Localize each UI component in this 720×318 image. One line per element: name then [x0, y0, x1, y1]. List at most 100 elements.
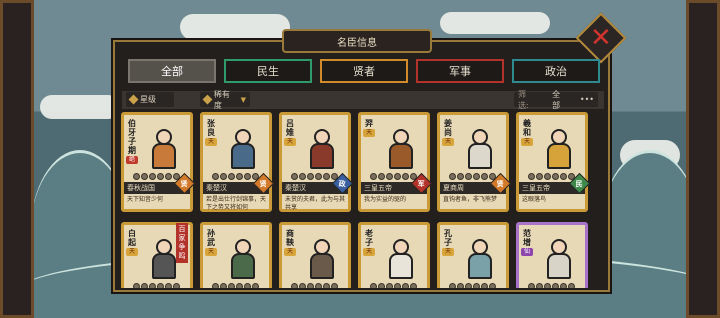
- star-icon: [299, 173, 306, 180]
- star-icon: [228, 173, 235, 180]
- star-icon: [291, 283, 298, 288]
- tab-2[interactable]: 贤者: [320, 59, 408, 83]
- category-badge-text: 政: [339, 179, 346, 188]
- rarity-tag: 天: [363, 129, 375, 137]
- minister-card[interactable]: 姜尚天夏商周贤直钩者鱼，非飞熊梦: [437, 112, 512, 212]
- minister-portrait: [223, 233, 263, 283]
- star-icon: [370, 173, 377, 180]
- star-filter-label: 星级: [140, 95, 156, 104]
- star-icon: [165, 283, 172, 288]
- rarity-tag: 天: [126, 248, 138, 256]
- minister-card[interactable]: 范增仙: [516, 222, 588, 288]
- star-icon: [473, 173, 480, 180]
- minister-portrait: [144, 123, 184, 173]
- rarity-tag: 天: [205, 248, 217, 256]
- cloud-decoration: [440, 12, 550, 34]
- chevron-down-icon: ▼: [240, 95, 246, 104]
- minister-card[interactable]: 老子天: [358, 222, 430, 288]
- star-rating: [212, 283, 262, 288]
- minister-card[interactable]: 孙武天: [200, 222, 272, 288]
- star-icon: [378, 283, 385, 288]
- minister-portrait: [381, 233, 421, 283]
- star-icon: [141, 173, 148, 180]
- screen-filter-label: 筛选:: [518, 89, 529, 110]
- minister-card[interactable]: 伯牙子期绝春秋战国贤天下知音少何: [121, 112, 196, 212]
- star-icon: [141, 283, 148, 288]
- minister-card[interactable]: 羿天三皇五帝军我为实益的驱的: [358, 112, 433, 212]
- star-icon: [402, 283, 409, 288]
- cloud-decoration: [180, 14, 290, 40]
- minister-name: 孙武: [207, 229, 215, 247]
- star-rating: [212, 173, 262, 180]
- screen-filter-value: 全部: [552, 89, 561, 110]
- star-icon: [173, 283, 180, 288]
- category-badge-text: 贤: [260, 179, 267, 188]
- tab-1[interactable]: 民生: [224, 59, 312, 83]
- rarity-tag: 天: [442, 138, 454, 146]
- tab-label: 政治: [545, 65, 567, 78]
- star-icon: [481, 173, 488, 180]
- star-icon: [386, 173, 393, 180]
- rarity-tag: 天: [521, 138, 533, 146]
- minister-card[interactable]: 吕雉天秦楚汉政未赏的夫君，此为与其共享: [279, 112, 354, 212]
- star-rating: [449, 283, 499, 288]
- rarity-tag: 仙: [521, 248, 533, 256]
- rarity-tag: 天: [284, 138, 296, 146]
- rarity-filter[interactable]: 稀有度 ▼: [200, 90, 250, 110]
- tab-3[interactable]: 军事: [416, 59, 504, 83]
- star-icon: [402, 173, 409, 180]
- star-icon: [378, 173, 385, 180]
- star-rating: [133, 283, 183, 288]
- star-icon: [157, 173, 164, 180]
- star-icon: [568, 283, 575, 288]
- star-icon: [236, 173, 243, 180]
- star-icon: [220, 283, 227, 288]
- star-icon: [323, 173, 330, 180]
- star-icon: [370, 283, 377, 288]
- minister-portrait: [460, 233, 500, 283]
- star-icon: [228, 283, 235, 288]
- star-icon: [528, 283, 535, 288]
- minister-quote: 直钩者鱼，非飞熊梦: [443, 196, 498, 203]
- star-rating: [370, 283, 420, 288]
- star-icon: [465, 173, 472, 180]
- star-rating: [370, 173, 420, 180]
- star-icon: [157, 283, 164, 288]
- tab-0[interactable]: 全部: [128, 59, 216, 83]
- star-icon: [133, 283, 140, 288]
- close-icon: ✕: [590, 22, 612, 53]
- minister-portrait: [539, 123, 579, 173]
- star-icon: [394, 173, 401, 180]
- star-filter-icon: [128, 94, 139, 105]
- tab-4[interactable]: 政治: [512, 59, 600, 83]
- rarity-filter-icon: [202, 94, 213, 105]
- minister-card[interactable]: 孔子天: [437, 222, 509, 288]
- star-icon: [544, 173, 551, 180]
- star-icon: [244, 283, 251, 288]
- star-icon: [536, 173, 543, 180]
- star-icon: [560, 283, 567, 288]
- minister-portrait: [460, 123, 500, 173]
- minister-quote: 若是出仕行剑锦事，天下之势又将如何: [206, 196, 267, 211]
- minister-name: 羿: [365, 119, 373, 128]
- star-icon: [323, 283, 330, 288]
- star-icon: [220, 173, 227, 180]
- minister-name: 范增: [523, 229, 531, 247]
- star-filter[interactable]: 星级: [126, 92, 174, 107]
- rarity-tag: 天: [284, 248, 296, 256]
- star-icon: [481, 283, 488, 288]
- minister-portrait: [302, 123, 342, 173]
- minister-card[interactable]: 羲和天三皇五帝民这眼落鸟: [516, 112, 591, 212]
- minister-card[interactable]: 商鞅天: [279, 222, 351, 288]
- star-icon: [307, 283, 314, 288]
- star-icon: [252, 283, 259, 288]
- minister-name: 商鞅: [286, 229, 294, 247]
- tab-label: 民生: [257, 65, 279, 78]
- star-icon: [244, 173, 251, 180]
- screen-filter[interactable]: 筛选: 全部 •••: [514, 90, 598, 110]
- minister-name: 姜尚: [444, 119, 452, 137]
- minister-portrait: [539, 233, 579, 283]
- star-icon: [410, 283, 417, 288]
- panel-title: 名臣信息: [282, 29, 432, 53]
- minister-card[interactable]: 张良天秦楚汉贤若是出仕行剑锦事，天下之势又将如何: [200, 112, 275, 212]
